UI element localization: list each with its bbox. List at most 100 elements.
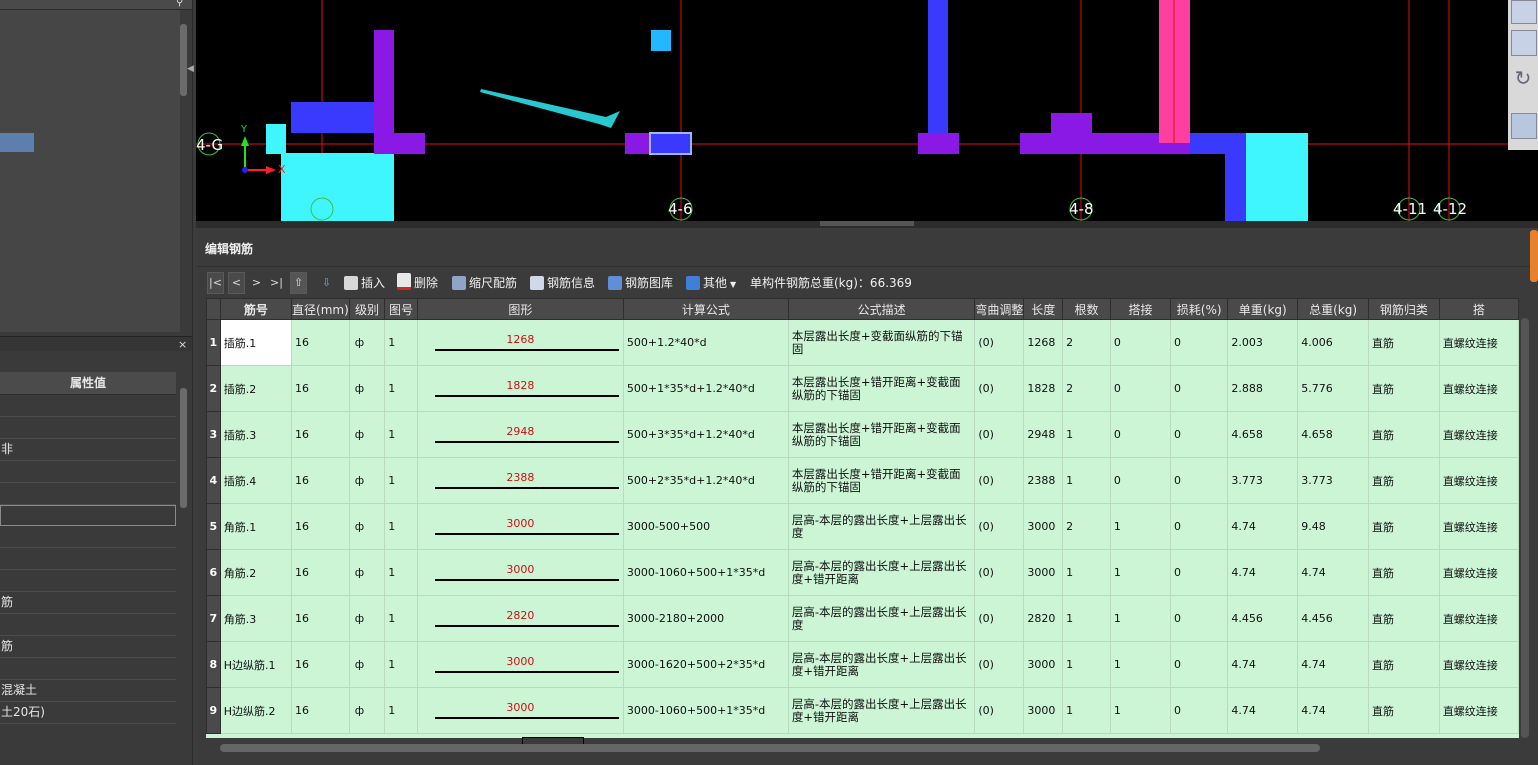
lap-cell[interactable]: 0 (1109, 457, 1171, 504)
fig-cell[interactable]: 1 (384, 457, 418, 504)
grade-cell[interactable]: ф (348, 411, 386, 458)
column-header[interactable]: 级别 (348, 298, 386, 320)
unit-cell[interactable]: 4.456 (1227, 595, 1299, 642)
row-index[interactable]: 4 (206, 457, 221, 504)
len-cell[interactable]: 3000 (1023, 641, 1064, 688)
bend-cell[interactable]: (0) (974, 503, 1025, 550)
unit-cell[interactable]: 4.74 (1227, 549, 1299, 596)
lap-cell[interactable]: 0 (1109, 365, 1171, 412)
desc-cell[interactable]: 层高-本层的露出长度+上层露出长度 (787, 503, 976, 550)
vertical-scrollbar[interactable] (1521, 318, 1529, 738)
fig-cell[interactable]: 1 (384, 595, 418, 642)
dia-cell[interactable]: 16 (291, 595, 350, 642)
top-view-icon[interactable] (1511, 0, 1537, 24)
property-row[interactable]: 混凝土 (0, 680, 176, 702)
row-index[interactable]: 5 (206, 503, 221, 550)
property-row[interactable]: 筋 (0, 592, 176, 614)
name-cell[interactable]: 角筋.1 (219, 503, 293, 550)
property-row[interactable] (0, 461, 176, 483)
grade-cell[interactable]: ф (348, 549, 386, 596)
column-header[interactable]: 钢筋归类 (1368, 298, 1440, 320)
dia-cell[interactable]: 16 (291, 365, 350, 412)
tree-selected-item[interactable] (0, 133, 34, 152)
table-row[interactable]: 3 插筋.3 16 ф 1 2948 500+3*35*d+1.2*40*d 本层露出长度+错… (206, 411, 1519, 458)
len-cell[interactable]: 2948 (1023, 411, 1064, 458)
desc-cell[interactable]: 本层露出长度+错开距离+变截面纵筋的下锚固 (787, 411, 976, 458)
loss-cell[interactable]: 0 (1169, 365, 1229, 412)
dia-cell[interactable]: 16 (291, 503, 350, 550)
cat-cell[interactable]: 直筋 (1368, 549, 1440, 596)
bend-cell[interactable]: (0) (974, 687, 1025, 734)
total-cell[interactable]: 4.74 (1297, 641, 1369, 688)
table-row[interactable]: 7 角筋.3 16 ф 1 2820 3000-2180+2000 层高-本层的露出长度+上层… (206, 595, 1519, 642)
bend-cell[interactable]: (0) (974, 549, 1025, 596)
desc-cell[interactable]: 本层露出长度+变截面纵筋的下锚固 (787, 319, 976, 366)
last-record-button[interactable]: >| (268, 272, 285, 294)
total-cell[interactable]: 4.658 (1297, 411, 1369, 458)
shape-cell[interactable]: 1828 (416, 365, 624, 412)
delete-button[interactable]: 删除 (397, 272, 438, 294)
shape-cell[interactable]: 3000 (416, 687, 624, 734)
cat-cell[interactable]: 直筋 (1368, 503, 1440, 550)
count-cell[interactable]: 1 (1062, 411, 1111, 458)
conn-cell[interactable]: 直螺纹连接 (1438, 687, 1519, 734)
conn-cell[interactable]: 直螺纹连接 (1438, 365, 1519, 412)
horizontal-scrollbar[interactable] (220, 744, 1320, 752)
count-cell[interactable]: 1 (1062, 687, 1111, 734)
prev-record-button[interactable]: < (228, 272, 245, 294)
shape-cell[interactable]: 3000 (416, 641, 624, 688)
shape-cell[interactable]: 2948 (416, 411, 624, 458)
dia-cell[interactable]: 16 (291, 641, 350, 688)
property-row[interactable]: 非 (0, 439, 176, 461)
fig-cell[interactable]: 1 (384, 641, 418, 688)
column-header[interactable]: 长度 (1023, 298, 1064, 320)
conn-cell[interactable]: 直螺纹连接 (1438, 641, 1519, 688)
name-cell[interactable]: 插筋.1 (219, 319, 293, 366)
search-bar[interactable] (0, 0, 192, 10)
drawing-canvas[interactable]: 4-G 4-6 4-8 4-11 4-12 Y X (196, 0, 1538, 221)
table-row[interactable]: 6 角筋.2 16 ф 1 3000 3000-1060+500+1*35*d 层高-本层的露… (206, 549, 1519, 596)
dia-cell[interactable]: 16 (291, 411, 350, 458)
grade-cell[interactable]: ф (348, 641, 386, 688)
table-row[interactable]: 1 插筋.1 16 ф 1 1268 500+1.2*40*d 本层露出长度+变截面纵筋的下锚… (206, 319, 1519, 366)
formula-cell[interactable]: 500+1*35*d+1.2*40*d (622, 365, 789, 412)
bend-cell[interactable]: (0) (974, 365, 1025, 412)
unit-cell[interactable]: 4.74 (1227, 503, 1299, 550)
row-index[interactable]: 6 (206, 549, 221, 596)
bend-cell[interactable]: (0) (974, 457, 1025, 504)
table-row[interactable]: 8 H边纵筋.1 16 ф 1 3000 3000-1620+500+2*35*d 层高-本层… (206, 641, 1519, 688)
table-row[interactable]: 4 插筋.4 16 ф 1 2388 500+2*35*d+1.2*40*d 本层露出长度+错… (206, 457, 1519, 504)
next-record-button[interactable]: > (248, 272, 265, 294)
fig-cell[interactable]: 1 (384, 319, 418, 366)
other-dropdown[interactable]: 其他 ▼ (686, 272, 736, 294)
conn-cell[interactable]: 直螺纹连接 (1438, 595, 1519, 642)
grade-cell[interactable]: ф (348, 457, 386, 504)
unit-cell[interactable]: 4.658 (1227, 411, 1299, 458)
cat-cell[interactable]: 直筋 (1368, 411, 1440, 458)
unit-cell[interactable]: 4.74 (1227, 641, 1299, 688)
shape-cell[interactable]: 2820 (416, 595, 624, 642)
column-header[interactable]: 损耗(%) (1169, 298, 1229, 320)
lap-cell[interactable]: 1 (1109, 595, 1171, 642)
row-index[interactable]: 7 (206, 595, 221, 642)
total-cell[interactable]: 3.773 (1297, 457, 1369, 504)
len-cell[interactable]: 3000 (1023, 503, 1064, 550)
lap-cell[interactable]: 0 (1109, 411, 1171, 458)
name-cell[interactable]: 插筋.3 (219, 411, 293, 458)
desc-cell[interactable]: 层高-本层的露出长度+上层露出长度+错开距离 (787, 687, 976, 734)
name-cell[interactable]: 角筋.2 (219, 549, 293, 596)
component-tree[interactable] (0, 10, 180, 332)
row-index[interactable]: 9 (206, 687, 221, 734)
name-cell[interactable]: H边纵筋.2 (219, 687, 293, 734)
column-header[interactable]: 筋号 (219, 298, 293, 320)
loss-cell[interactable]: 0 (1169, 595, 1229, 642)
row-index[interactable]: 3 (206, 411, 221, 458)
cat-cell[interactable]: 直筋 (1368, 641, 1440, 688)
total-cell[interactable]: 5.776 (1297, 365, 1369, 412)
rotate-icon[interactable]: ↻ (1511, 66, 1535, 90)
row-index[interactable]: 1 (206, 319, 221, 366)
property-row[interactable] (0, 505, 176, 526)
column-header[interactable]: 直径(mm) (291, 298, 350, 320)
property-row[interactable] (0, 548, 176, 570)
formula-cell[interactable]: 3000-2180+2000 (622, 595, 789, 642)
